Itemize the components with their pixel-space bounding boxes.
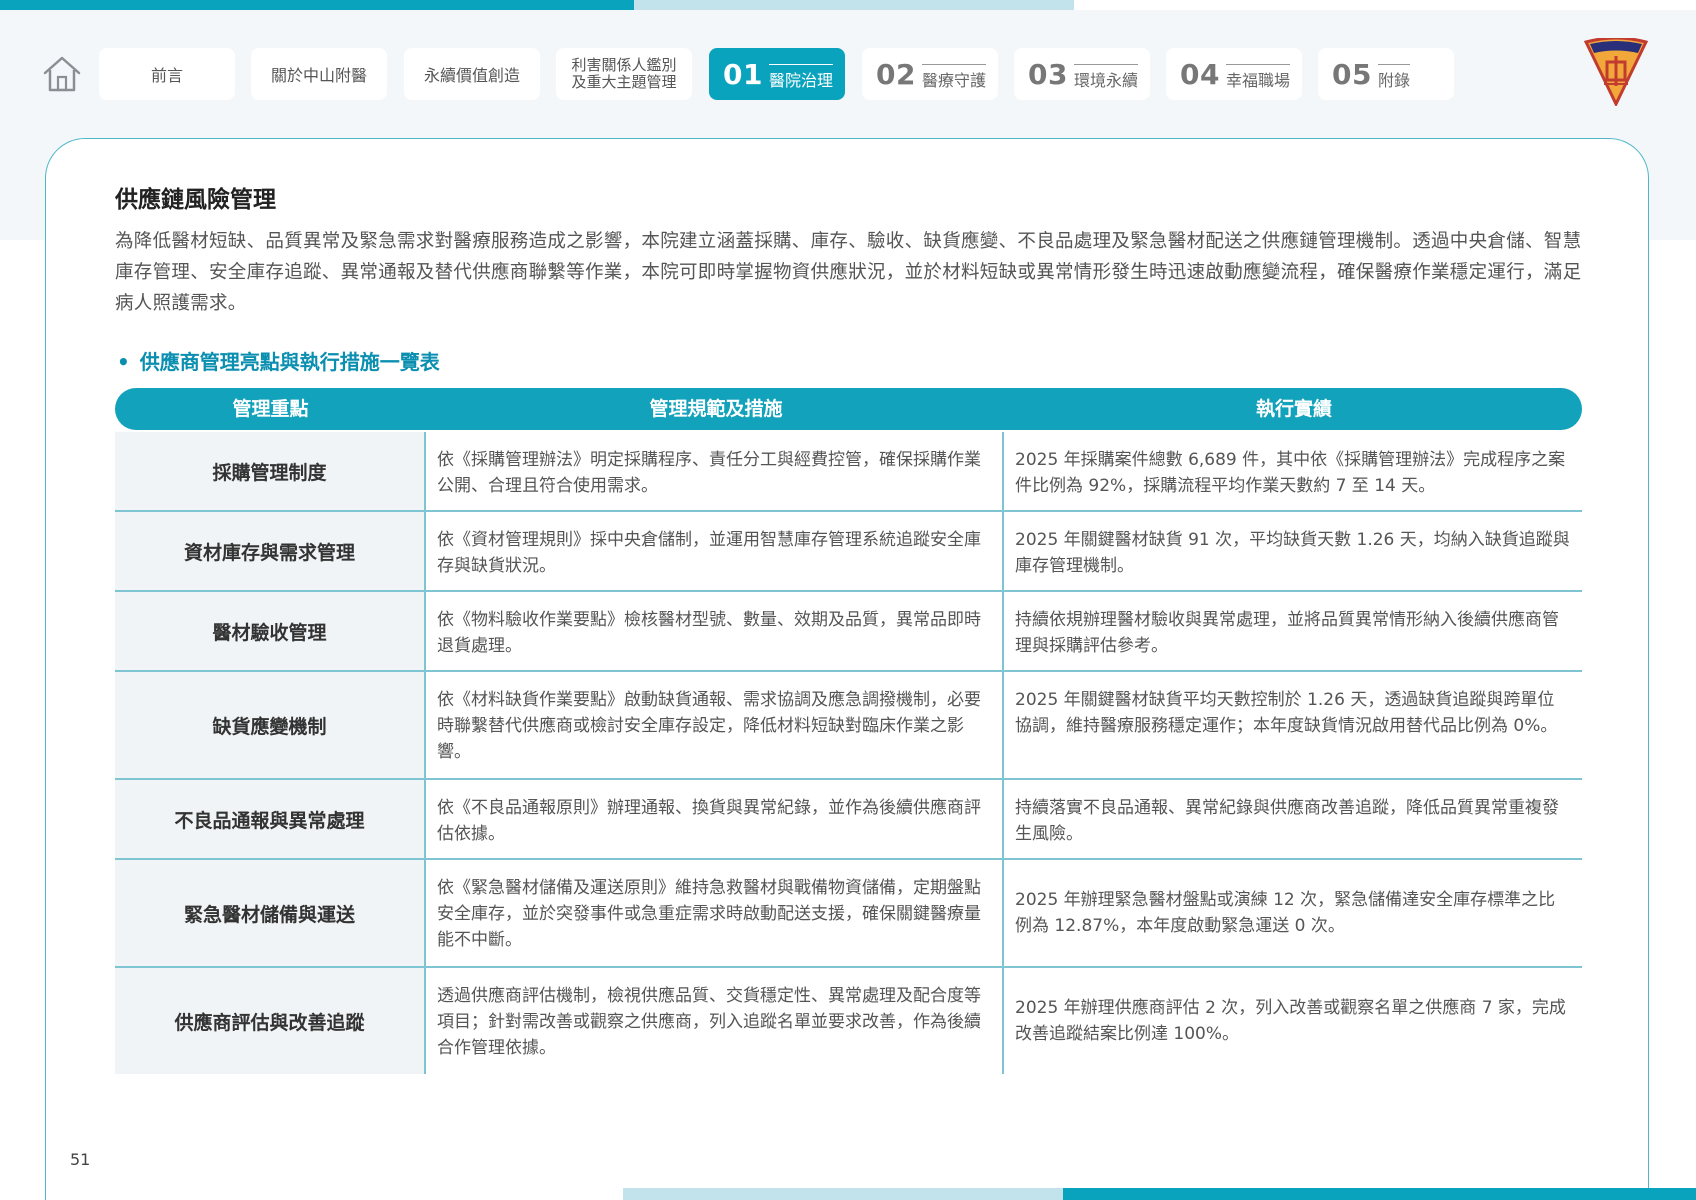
row-measure: 透過供應商評估機制，檢視供應品質、交貨穩定性、異常處理及配合度等項目；針對需改善… [426,968,1004,1074]
table-header: 管理重點 管理規範及措施 執行實績 [115,388,1582,430]
table-row: 缺貨應變機制 依《材料缺貨作業要點》啟動缺貨通報、需求協調及應急調撥機制，必要時… [115,672,1582,780]
row-key: 供應商評估與改善追蹤 [115,968,426,1074]
column-header-focus: 管理重點 [232,398,309,420]
table-subheading: • 供應商管理亮點與執行措施一覽表 [117,346,440,375]
table-row: 採購管理制度 依《採購管理辦法》明定採購程序、責任分工與經費控管，確保採購作業公… [115,432,1582,512]
tab-about[interactable]: 關於中山附醫 [251,48,387,100]
tab-number: 05 [1332,57,1372,91]
row-result: 2025 年關鍵醫材缺貨平均天數控制於 1.26 天，透過缺貨追蹤與跨單位協調，… [1015,690,1558,736]
row-result: 2025 年關鍵醫材缺貨 91 次，平均缺貨天數 1.26 天，均納入缺貨追蹤與… [1015,530,1570,576]
column-header-measures: 管理規範及措施 [649,398,783,420]
tab-label: 關於中山附醫 [270,66,367,85]
bottom-accent-bar-light [623,1188,1063,1200]
bullet-dot: • [117,350,130,374]
tab-number: 04 [1180,57,1220,91]
tab-label: 醫院治理 [768,63,833,91]
table-row: 不良品通報與異常處理 依《不良品通報原則》辦理通報、換貨與異常紀錄，並作為後續供… [115,780,1582,860]
row-measure: 依《緊急醫材儲備及運送原則》維持急救醫材與戰備物資儲備，定期盤點安全庫存，並於突… [426,860,1004,966]
tab-number: 03 [1028,57,1068,91]
tab-label-line1: 利害關係人鑑別 [571,56,677,74]
bottom-accent-bar [1063,1188,1696,1200]
row-measure: 依《不良品通報原則》辦理通報、換貨與異常紀錄，並作為後續供應商評估依據。 [426,780,1004,858]
tab-label: 幸福職場 [1225,63,1290,91]
tab-governance[interactable]: 01 醫院治理 [709,48,845,100]
table-row: 資材庫存與需求管理 依《資材管理規則》採中央倉儲制，並運用智慧庫存管理系統追蹤安… [115,512,1582,592]
tab-medical-care[interactable]: 02 醫療守護 [862,48,998,100]
home-icon[interactable] [42,54,82,94]
table-row: 供應商評估與改善追蹤 透過供應商評估機制，檢視供應品質、交貨穩定性、異常處理及配… [115,968,1582,1074]
row-result: 2025 年辦理供應商評估 2 次，列入改善或觀察名單之供應商 7 家，完成改善… [1015,998,1566,1044]
tab-workplace[interactable]: 04 幸福職場 [1166,48,1302,100]
row-key: 緊急醫材儲備與運送 [115,860,426,966]
tab-label-line2: 及重大主題管理 [571,73,677,91]
intro-paragraph: 為降低醫材短缺、品質異常及緊急需求對醫療服務造成之影響，本院建立涵蓋採購、庫存、… [115,231,1582,314]
row-key: 醫材驗收管理 [115,592,426,670]
tab-environment[interactable]: 03 環境永續 [1014,48,1150,100]
row-result: 持續依規辦理醫材驗收與異常處理，並將品質異常情形納入後續供應商管理與採購評估參考… [1015,610,1559,656]
tab-sustainable-value[interactable]: 永續價值創造 [404,48,540,100]
column-header-results: 執行實績 [1255,398,1332,420]
table-row: 醫材驗收管理 依《物料驗收作業要點》檢核醫材型號、數量、效期及品質，異常品即時退… [115,592,1582,672]
tab-foreword[interactable]: 前言 [99,48,235,100]
row-measure: 依《物料驗收作業要點》檢核醫材型號、數量、效期及品質，異常品即時退貨處理。 [426,592,1004,670]
tab-stakeholders[interactable]: 利害關係人鑑別 及重大主題管理 [556,48,692,100]
row-key: 不良品通報與異常處理 [115,780,426,858]
row-measure: 依《資材管理規則》採中央倉儲制，並運用智慧庫存管理系統追蹤安全庫存與缺貨狀況。 [426,512,1004,590]
row-result: 持續落實不良品通報、異常紀錄與供應商改善追蹤，降低品質異常重複發生風險。 [1015,798,1559,844]
row-result: 2025 年辦理緊急醫材盤點或演練 12 次，緊急儲備達安全庫存標準之比例為 1… [1015,890,1556,936]
tab-label: 附錄 [1377,63,1410,91]
table-subheading-text: 供應商管理亮點與執行措施一覽表 [139,350,440,374]
tab-number: 01 [723,57,763,91]
tab-label: 前言 [150,66,183,85]
tab-number: 02 [876,57,916,91]
page-number: 51 [70,1150,91,1169]
tab-label: 醫療守護 [921,63,986,91]
tab-appendix[interactable]: 05 附錄 [1318,48,1454,100]
tab-label: 環境永續 [1073,63,1138,91]
row-measure: 依《採購管理辦法》明定採購程序、責任分工與經費控管，確保採購作業公開、合理且符合… [426,432,1004,510]
top-accent-bar [0,0,634,10]
section-title: 供應鏈風險管理 [115,187,276,213]
table-row: 緊急醫材儲備與運送 依《緊急醫材儲備及運送原則》維持急救醫材與戰備物資儲備，定期… [115,860,1582,968]
row-key: 缺貨應變機制 [115,672,426,778]
row-key: 資材庫存與需求管理 [115,512,426,590]
row-result: 2025 年採購案件總數 6,689 件，其中依《採購管理辦法》完成程序之案件比… [1015,450,1566,496]
tab-label: 永續價值創造 [423,66,520,85]
row-key: 採購管理制度 [115,432,426,510]
table-body: 採購管理制度 依《採購管理辦法》明定採購程序、責任分工與經費控管，確保採購作業公… [115,432,1582,1074]
hospital-logo [1583,36,1649,108]
top-accent-bar-light [634,0,1074,10]
row-measure: 依《材料缺貨作業要點》啟動缺貨通報、需求協調及應急調撥機制，必要時聯繫替代供應商… [426,672,1004,778]
